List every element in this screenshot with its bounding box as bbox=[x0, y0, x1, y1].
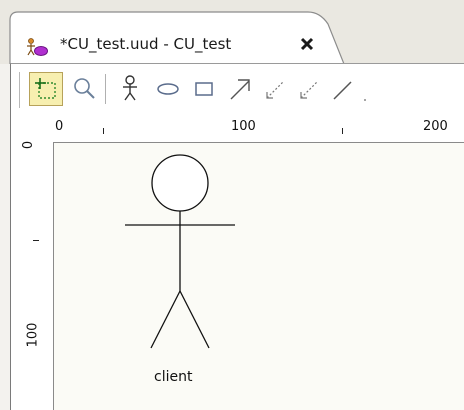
ruler-label-v-100: 100 bbox=[25, 322, 41, 348]
ruler-tick bbox=[342, 128, 343, 134]
palette-toolbar bbox=[11, 64, 464, 114]
editor-tab[interactable]: *CU_test.uud - CU_test bbox=[8, 10, 346, 64]
use-case-diagram-icon bbox=[27, 38, 48, 56]
close-icon[interactable] bbox=[299, 36, 315, 52]
ruler-tick bbox=[33, 240, 39, 241]
actor-label[interactable]: client bbox=[154, 369, 192, 385]
dashed-dependency-icon bbox=[266, 81, 284, 99]
extend-tool-button[interactable] bbox=[291, 72, 325, 106]
actor-tool-button[interactable] bbox=[113, 72, 147, 106]
ruler-label-v-0: 0 bbox=[21, 140, 37, 150]
overflow-icon bbox=[364, 99, 366, 101]
dashed-dependency-icon bbox=[300, 81, 318, 99]
zoom-tool-button[interactable] bbox=[67, 72, 101, 106]
actor-figure[interactable] bbox=[54, 143, 464, 410]
diagram-editor: 0 100 200 0 100 client bbox=[10, 63, 464, 410]
ellipse-icon bbox=[157, 83, 179, 95]
generalization-tool-button[interactable] bbox=[223, 72, 257, 106]
actor-icon bbox=[123, 75, 137, 101]
ruler-tick bbox=[103, 128, 104, 134]
more-tools-indicator[interactable] bbox=[359, 72, 379, 106]
generalization-arrow-icon bbox=[230, 79, 250, 100]
association-tool-button[interactable] bbox=[325, 72, 359, 106]
ruler-corner bbox=[11, 114, 53, 143]
ruler-label-h-100: 100 bbox=[231, 119, 256, 134]
diagram-canvas[interactable]: client bbox=[54, 143, 464, 410]
rectangle-icon bbox=[195, 82, 213, 96]
use-case-tool-button[interactable] bbox=[151, 72, 185, 106]
system-boundary-tool-button[interactable] bbox=[187, 72, 221, 106]
select-tool-button[interactable] bbox=[29, 72, 63, 106]
include-tool-button[interactable] bbox=[257, 72, 291, 106]
magnifier-icon bbox=[74, 78, 95, 99]
tab-title: *CU_test.uud - CU_test bbox=[60, 35, 232, 53]
horizontal-ruler: 0 100 200 bbox=[11, 114, 464, 143]
toolbar-separator bbox=[105, 74, 106, 104]
select-marquee-icon bbox=[35, 78, 56, 99]
toolbar-grip[interactable] bbox=[19, 72, 24, 108]
ruler-label-h-200: 200 bbox=[423, 119, 448, 134]
editor-tab-strip: *CU_test.uud - CU_test bbox=[0, 0, 464, 64]
line-icon bbox=[333, 81, 352, 100]
vertical-ruler: 0 100 bbox=[11, 140, 54, 410]
ruler-label-h-0: 0 bbox=[55, 119, 64, 134]
